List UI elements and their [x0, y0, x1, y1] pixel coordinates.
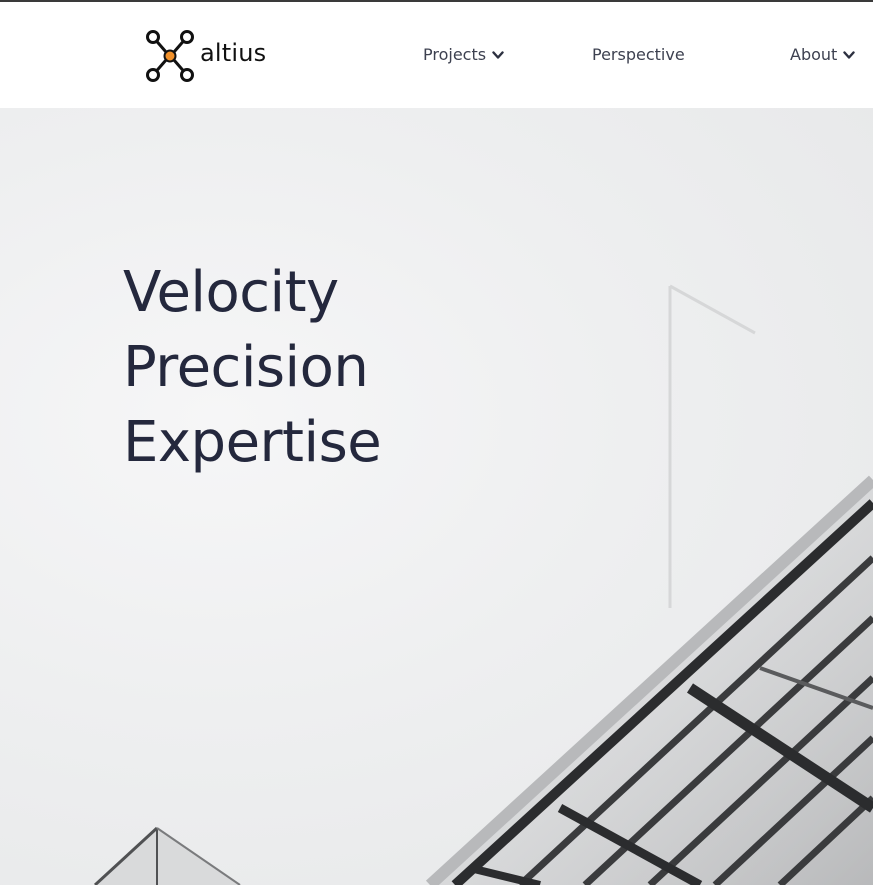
brand-logo[interactable]: altius: [144, 28, 266, 84]
chevron-down-icon: [843, 45, 856, 64]
tagline-line: Expertise: [123, 410, 382, 475]
nav-projects[interactable]: Projects: [423, 45, 504, 64]
tagline-line: Velocity: [123, 260, 339, 325]
hero-section: Velocity Precision Expertise: [0, 108, 873, 885]
molecule-logo-icon: [146, 30, 194, 82]
hero-background-image: [93, 284, 873, 885]
nav-about[interactable]: About: [790, 45, 856, 64]
nav-projects-label: Projects: [423, 45, 487, 64]
tagline-line: Precision: [123, 335, 369, 400]
hero-tagline: Velocity Precision Expertise: [123, 255, 382, 480]
chevron-down-icon: [492, 45, 504, 64]
nav-about-label: About: [790, 45, 838, 64]
brand-name: altius: [200, 39, 267, 67]
site-header: altius Projects Perspective About: [0, 2, 873, 108]
nav-perspective[interactable]: Perspective: [592, 45, 685, 64]
nav-perspective-label: Perspective: [592, 45, 685, 64]
